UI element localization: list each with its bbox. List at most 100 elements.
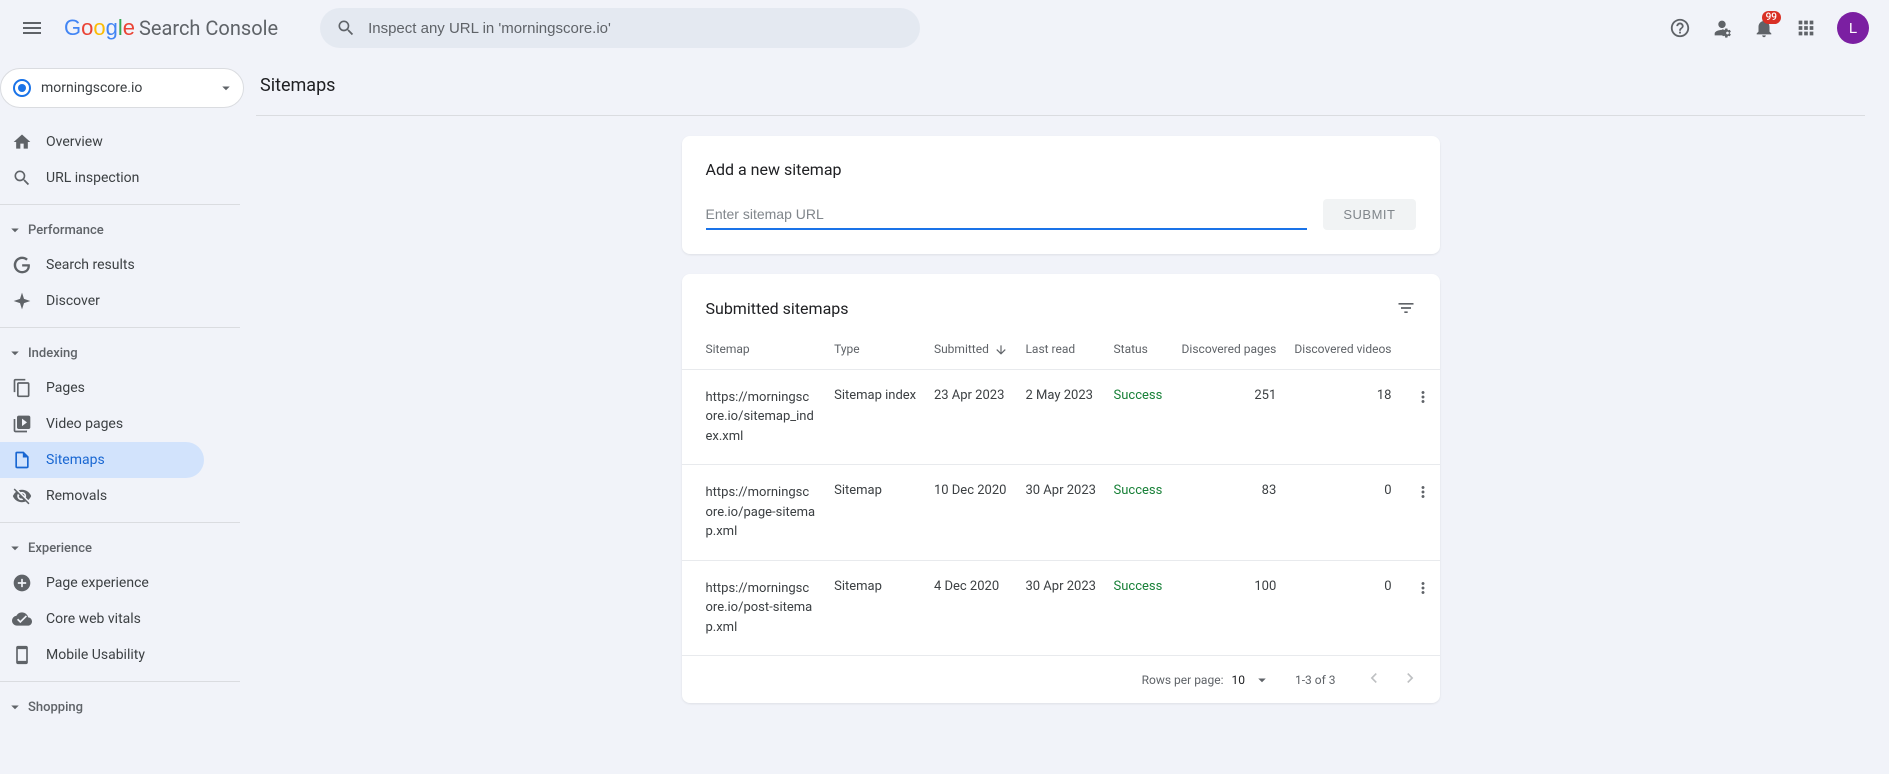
account-button[interactable]: L	[1829, 4, 1877, 52]
chevron-left-icon	[1364, 668, 1384, 688]
chevron-down-icon	[217, 79, 235, 97]
chevron-down-icon	[6, 698, 24, 716]
chevron-down-icon	[6, 344, 24, 362]
table-footer: Rows per page: 10 1-3 of 3	[682, 656, 1440, 703]
chevron-right-icon	[1400, 668, 1420, 688]
next-page-button[interactable]	[1396, 664, 1424, 695]
cell-videos: 0	[1284, 465, 1399, 561]
cell-last-read: 30 Apr 2023	[1017, 465, 1105, 561]
avatar: L	[1837, 12, 1869, 44]
app-header: Google Search Console 99 L	[0, 0, 1889, 56]
page-title-bar: Sitemaps	[256, 56, 1865, 116]
sidebar-item-video-pages[interactable]: Video pages	[0, 406, 204, 442]
video-icon	[12, 414, 32, 434]
vitals-icon	[12, 609, 32, 629]
discover-icon	[12, 291, 32, 311]
sidebar-section-label: Indexing	[28, 346, 78, 361]
cell-pages: 251	[1172, 369, 1285, 465]
sidebar-item-label: Video pages	[46, 416, 123, 432]
google-logo: Google	[64, 15, 135, 41]
search-icon	[336, 18, 356, 38]
cell-status: Success	[1106, 369, 1172, 465]
th-pages[interactable]: Discovered pages	[1172, 330, 1285, 369]
property-selector[interactable]: morningscore.io	[0, 68, 244, 108]
sidebar-item-search-results[interactable]: Search results	[0, 247, 204, 283]
cell-last-read: 30 Apr 2023	[1017, 560, 1105, 656]
search-input[interactable]	[368, 20, 904, 37]
th-videos[interactable]: Discovered videos	[1284, 330, 1399, 369]
sidebar-item-label: Discover	[46, 293, 100, 309]
sidebar-section-experience[interactable]: Experience	[0, 531, 256, 565]
sidebar-item-url-inspection[interactable]: URL inspection	[0, 160, 204, 196]
cell-last-read: 2 May 2023	[1017, 369, 1105, 465]
user-settings-icon	[1711, 17, 1733, 39]
th-status[interactable]: Status	[1106, 330, 1172, 369]
sidebar-item-label: URL inspection	[46, 170, 139, 186]
th-last-read[interactable]: Last read	[1017, 330, 1105, 369]
cell-type: Sitemap	[826, 560, 926, 656]
sidebar-item-discover[interactable]: Discover	[0, 283, 204, 319]
cell-videos: 0	[1284, 560, 1399, 656]
cell-url: https://morningscore.io/page-sitemap.xml	[706, 483, 816, 542]
hamburger-menu-button[interactable]	[12, 8, 52, 48]
sidebar-section-label: Experience	[28, 541, 92, 556]
product-name: Search Console	[139, 16, 278, 40]
more-vert-icon	[1414, 388, 1432, 406]
th-submitted[interactable]: Submitted	[926, 330, 1018, 369]
help-button[interactable]	[1661, 9, 1699, 47]
sidebar-item-overview[interactable]: Overview	[0, 124, 204, 160]
pages-icon	[12, 378, 32, 398]
sidebar-section-indexing[interactable]: Indexing	[0, 336, 256, 370]
cell-url: https://morningscore.io/sitemap_index.xm…	[706, 388, 816, 447]
hamburger-icon	[20, 16, 44, 40]
url-inspection-search[interactable]	[320, 8, 920, 48]
pagination-range: 1-3 of 3	[1295, 673, 1336, 687]
sidebar-item-label: Pages	[46, 380, 85, 396]
page-title: Sitemaps	[260, 75, 335, 96]
th-type[interactable]: Type	[826, 330, 926, 369]
more-vert-icon	[1414, 579, 1432, 597]
prev-page-button[interactable]	[1360, 664, 1388, 695]
cell-videos: 18	[1284, 369, 1399, 465]
sidebar-item-label: Core web vitals	[46, 611, 141, 627]
inspect-icon	[12, 168, 32, 188]
table-row[interactable]: https://morningscore.io/page-sitemap.xml…	[682, 465, 1440, 561]
sidebar-item-mobile-usability[interactable]: Mobile Usability	[0, 637, 204, 673]
property-name: morningscore.io	[41, 80, 207, 96]
chevron-down-icon	[6, 539, 24, 557]
sidebar-section-shopping[interactable]: Shopping	[0, 690, 256, 724]
sidebar-item-pages[interactable]: Pages	[0, 370, 204, 406]
card-title: Submitted sitemaps	[706, 299, 849, 318]
rows-per-page-selector[interactable]: Rows per page: 10	[1142, 671, 1271, 689]
apps-button[interactable]	[1787, 9, 1825, 47]
sitemap-url-input[interactable]	[706, 200, 1308, 230]
cell-submitted: 23 Apr 2023	[926, 369, 1018, 465]
row-more-button[interactable]	[1414, 490, 1432, 505]
google-g-icon	[12, 255, 32, 275]
sitemap-icon	[12, 450, 32, 470]
table-row[interactable]: https://morningscore.io/post-sitemap.xml…	[682, 560, 1440, 656]
table-row[interactable]: https://morningscore.io/sitemap_index.xm…	[682, 369, 1440, 465]
rows-per-page-value: 10	[1231, 673, 1245, 687]
cell-status: Success	[1106, 465, 1172, 561]
help-icon	[1669, 17, 1691, 39]
logo-area[interactable]: Google Search Console	[64, 15, 278, 41]
row-more-button[interactable]	[1414, 586, 1432, 601]
cell-type: Sitemap index	[826, 369, 926, 465]
sidebar-item-core-web-vitals[interactable]: Core web vitals	[0, 601, 204, 637]
filter-icon[interactable]	[1396, 298, 1416, 318]
sidebar-item-label: Sitemaps	[46, 452, 105, 468]
row-more-button[interactable]	[1414, 395, 1432, 410]
user-settings-button[interactable]	[1703, 9, 1741, 47]
submitted-sitemaps-card: Submitted sitemaps Sitemap Type Submitte…	[682, 274, 1440, 703]
mobile-icon	[12, 645, 32, 665]
submit-button[interactable]: SUBMIT	[1323, 199, 1415, 230]
add-sitemap-card: Add a new sitemap SUBMIT	[682, 136, 1440, 254]
sidebar-item-page-experience[interactable]: Page experience	[0, 565, 204, 601]
main-content: Sitemaps Add a new sitemap SUBMIT Submit…	[256, 56, 1889, 747]
removals-icon	[12, 486, 32, 506]
sidebar-item-sitemaps[interactable]: Sitemaps	[0, 442, 204, 478]
th-sitemap[interactable]: Sitemap	[682, 330, 827, 369]
sidebar-section-performance[interactable]: Performance	[0, 213, 256, 247]
sidebar-item-removals[interactable]: Removals	[0, 478, 204, 514]
